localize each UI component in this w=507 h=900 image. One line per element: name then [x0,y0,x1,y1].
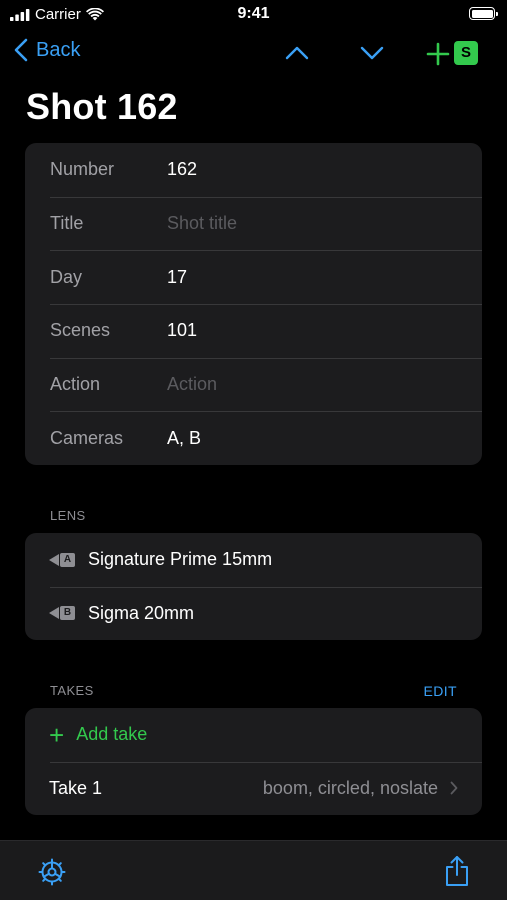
take-row[interactable]: Take 1 boom, circled, noslate [25,761,482,816]
take-name: Take 1 [49,777,103,798]
back-button[interactable]: Back [14,38,80,62]
takes-card: + Add take Take 1 boom, circled, noslate [25,708,482,815]
take-tags-label: boom, circled, noslate [262,777,438,798]
detail-row-number[interactable]: Number 162 [25,143,482,197]
action-field[interactable]: Action [167,374,217,395]
takes-section-header: TAKES [50,683,94,698]
lens-name: Sigma 20mm [88,602,195,623]
detail-row-scenes[interactable]: Scenes 101 [25,304,482,358]
plus-icon[interactable] [426,42,450,66]
detail-row-action[interactable]: Action Action [25,357,482,412]
gear-icon[interactable] [37,857,67,887]
lens-section-header: LENS [50,508,86,523]
row-label: Scenes [50,320,111,341]
edit-takes-button[interactable]: EDIT [424,683,458,699]
title-field[interactable]: Shot title [167,213,237,234]
battery-tip [496,11,498,16]
camera-a-icon: A [49,552,75,567]
row-value[interactable]: 101 [167,320,197,341]
details-card: Number 162 Title Shot title Day 17 Scene… [25,143,482,466]
row-label: Day [50,266,83,287]
row-label: Cameras [50,427,124,448]
battery-fill [471,9,493,18]
shot-badge[interactable]: S [454,41,478,65]
chevron-right-icon [450,781,458,795]
row-label: Number [50,159,115,180]
row-label: Action [50,374,101,395]
detail-row-title[interactable]: Title Shot title [25,196,482,251]
chevron-left-icon [14,38,28,62]
take-tags: boom, circled, noslate [263,778,458,799]
page-title: Shot 162 [26,86,178,127]
lens-name: Signature Prime 15mm [88,549,273,570]
chevron-up-icon[interactable] [284,40,310,66]
row-value[interactable]: 162 [167,159,197,180]
share-icon[interactable] [444,855,470,887]
add-take-button[interactable]: + Add take [25,708,482,762]
lens-row[interactable]: A Signature Prime 15mm [25,533,482,587]
row-label: Title [50,213,84,234]
lens-card: A Signature Prime 15mm B Sigma 20mm [25,533,482,640]
lens-row[interactable]: B Sigma 20mm [25,586,482,641]
row-value[interactable]: 17 [167,267,187,288]
add-plus-icon: + [49,719,65,750]
nav-bar: Back S [0,34,507,74]
detail-row-day[interactable]: Day 17 [25,250,482,304]
camera-b-icon: B [49,606,75,621]
bottom-toolbar [0,840,507,900]
add-take-label: Add take [76,724,148,745]
battery-icon [469,7,498,20]
detail-row-cameras[interactable]: Cameras A, B [25,411,482,465]
row-value[interactable]: A, B [167,428,201,449]
status-time: 9:41 [237,5,270,22]
status-bar: Carrier 9:41 [0,0,507,30]
back-label: Back [36,38,81,61]
chevron-down-icon[interactable] [359,40,385,66]
